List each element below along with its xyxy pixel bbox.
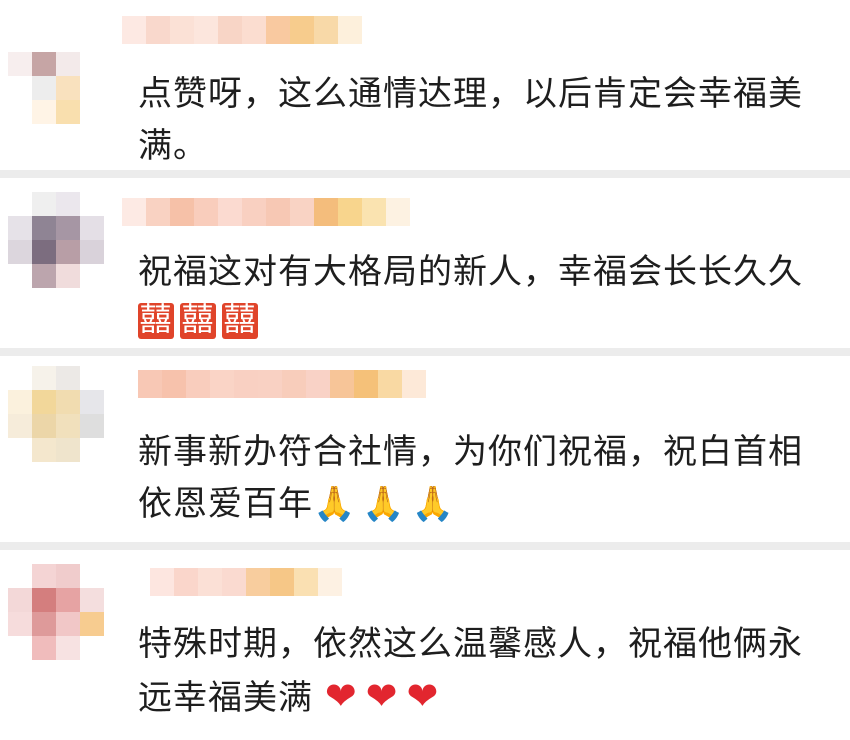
comment-line: 满。 [138, 126, 208, 166]
heart-icon: ❤ [324, 674, 358, 718]
comment-card: 点赞呀，这么通情达理，以后肯定会幸福美 满。 [0, 0, 850, 170]
avatar[interactable] [8, 192, 128, 288]
comment-text: 祝福这对有大格局的新人，幸福会长长久久 [138, 246, 830, 350]
comment-text: 点赞呀，这么通情达理，以后肯定会幸福美 满。 [138, 68, 830, 172]
folded-hands-icon: 🙏 [411, 484, 456, 524]
double-happiness-icon [180, 297, 216, 341]
double-happiness-icon [138, 297, 174, 341]
username[interactable] [138, 370, 426, 398]
comment-line: 依恩爱百年🙏 🙏 🙏 [138, 478, 830, 530]
emoji-line [138, 297, 830, 350]
comment-card: 新事新办符合社情，为你们祝福，祝白首相 依恩爱百年🙏 🙏 🙏 [0, 356, 850, 542]
comment-line: 远幸福美满 ❤ ❤ ❤ [138, 670, 830, 724]
username[interactable] [122, 16, 362, 44]
comment-line: 新事新办符合社情，为你们祝福，祝白首相 [138, 432, 803, 472]
heart-icon: ❤ [365, 674, 399, 718]
comment-line: 特殊时期，依然这么温馨感人，祝福他俩永 [138, 624, 803, 664]
avatar[interactable] [8, 366, 128, 462]
comment-text: 新事新办符合社情，为你们祝福，祝白首相 依恩爱百年🙏 🙏 🙏 [138, 426, 830, 530]
comment-line: 祝福这对有大格局的新人，幸福会长长久久 [138, 252, 803, 292]
avatar[interactable] [8, 564, 128, 660]
comment-text: 特殊时期，依然这么温馨感人，祝福他俩永 远幸福美满 ❤ ❤ ❤ [138, 618, 830, 724]
comment-card: 祝福这对有大格局的新人，幸福会长长久久 [0, 178, 850, 348]
comment-line: 点赞呀，这么通情达理，以后肯定会幸福美 [138, 74, 803, 114]
double-happiness-icon [222, 297, 258, 341]
username[interactable] [122, 198, 410, 226]
folded-hands-icon: 🙏 [313, 484, 357, 524]
comment-line-text: 依恩爱百年 [138, 484, 313, 524]
comment-card: 特殊时期，依然这么温馨感人，祝福他俩永 远幸福美满 ❤ ❤ ❤ [0, 550, 850, 740]
username[interactable] [150, 568, 342, 596]
heart-icon: ❤ [406, 674, 440, 718]
folded-hands-icon: 🙏 [362, 484, 406, 524]
avatar[interactable] [8, 28, 128, 124]
comment-line-text: 远幸福美满 [138, 678, 313, 718]
